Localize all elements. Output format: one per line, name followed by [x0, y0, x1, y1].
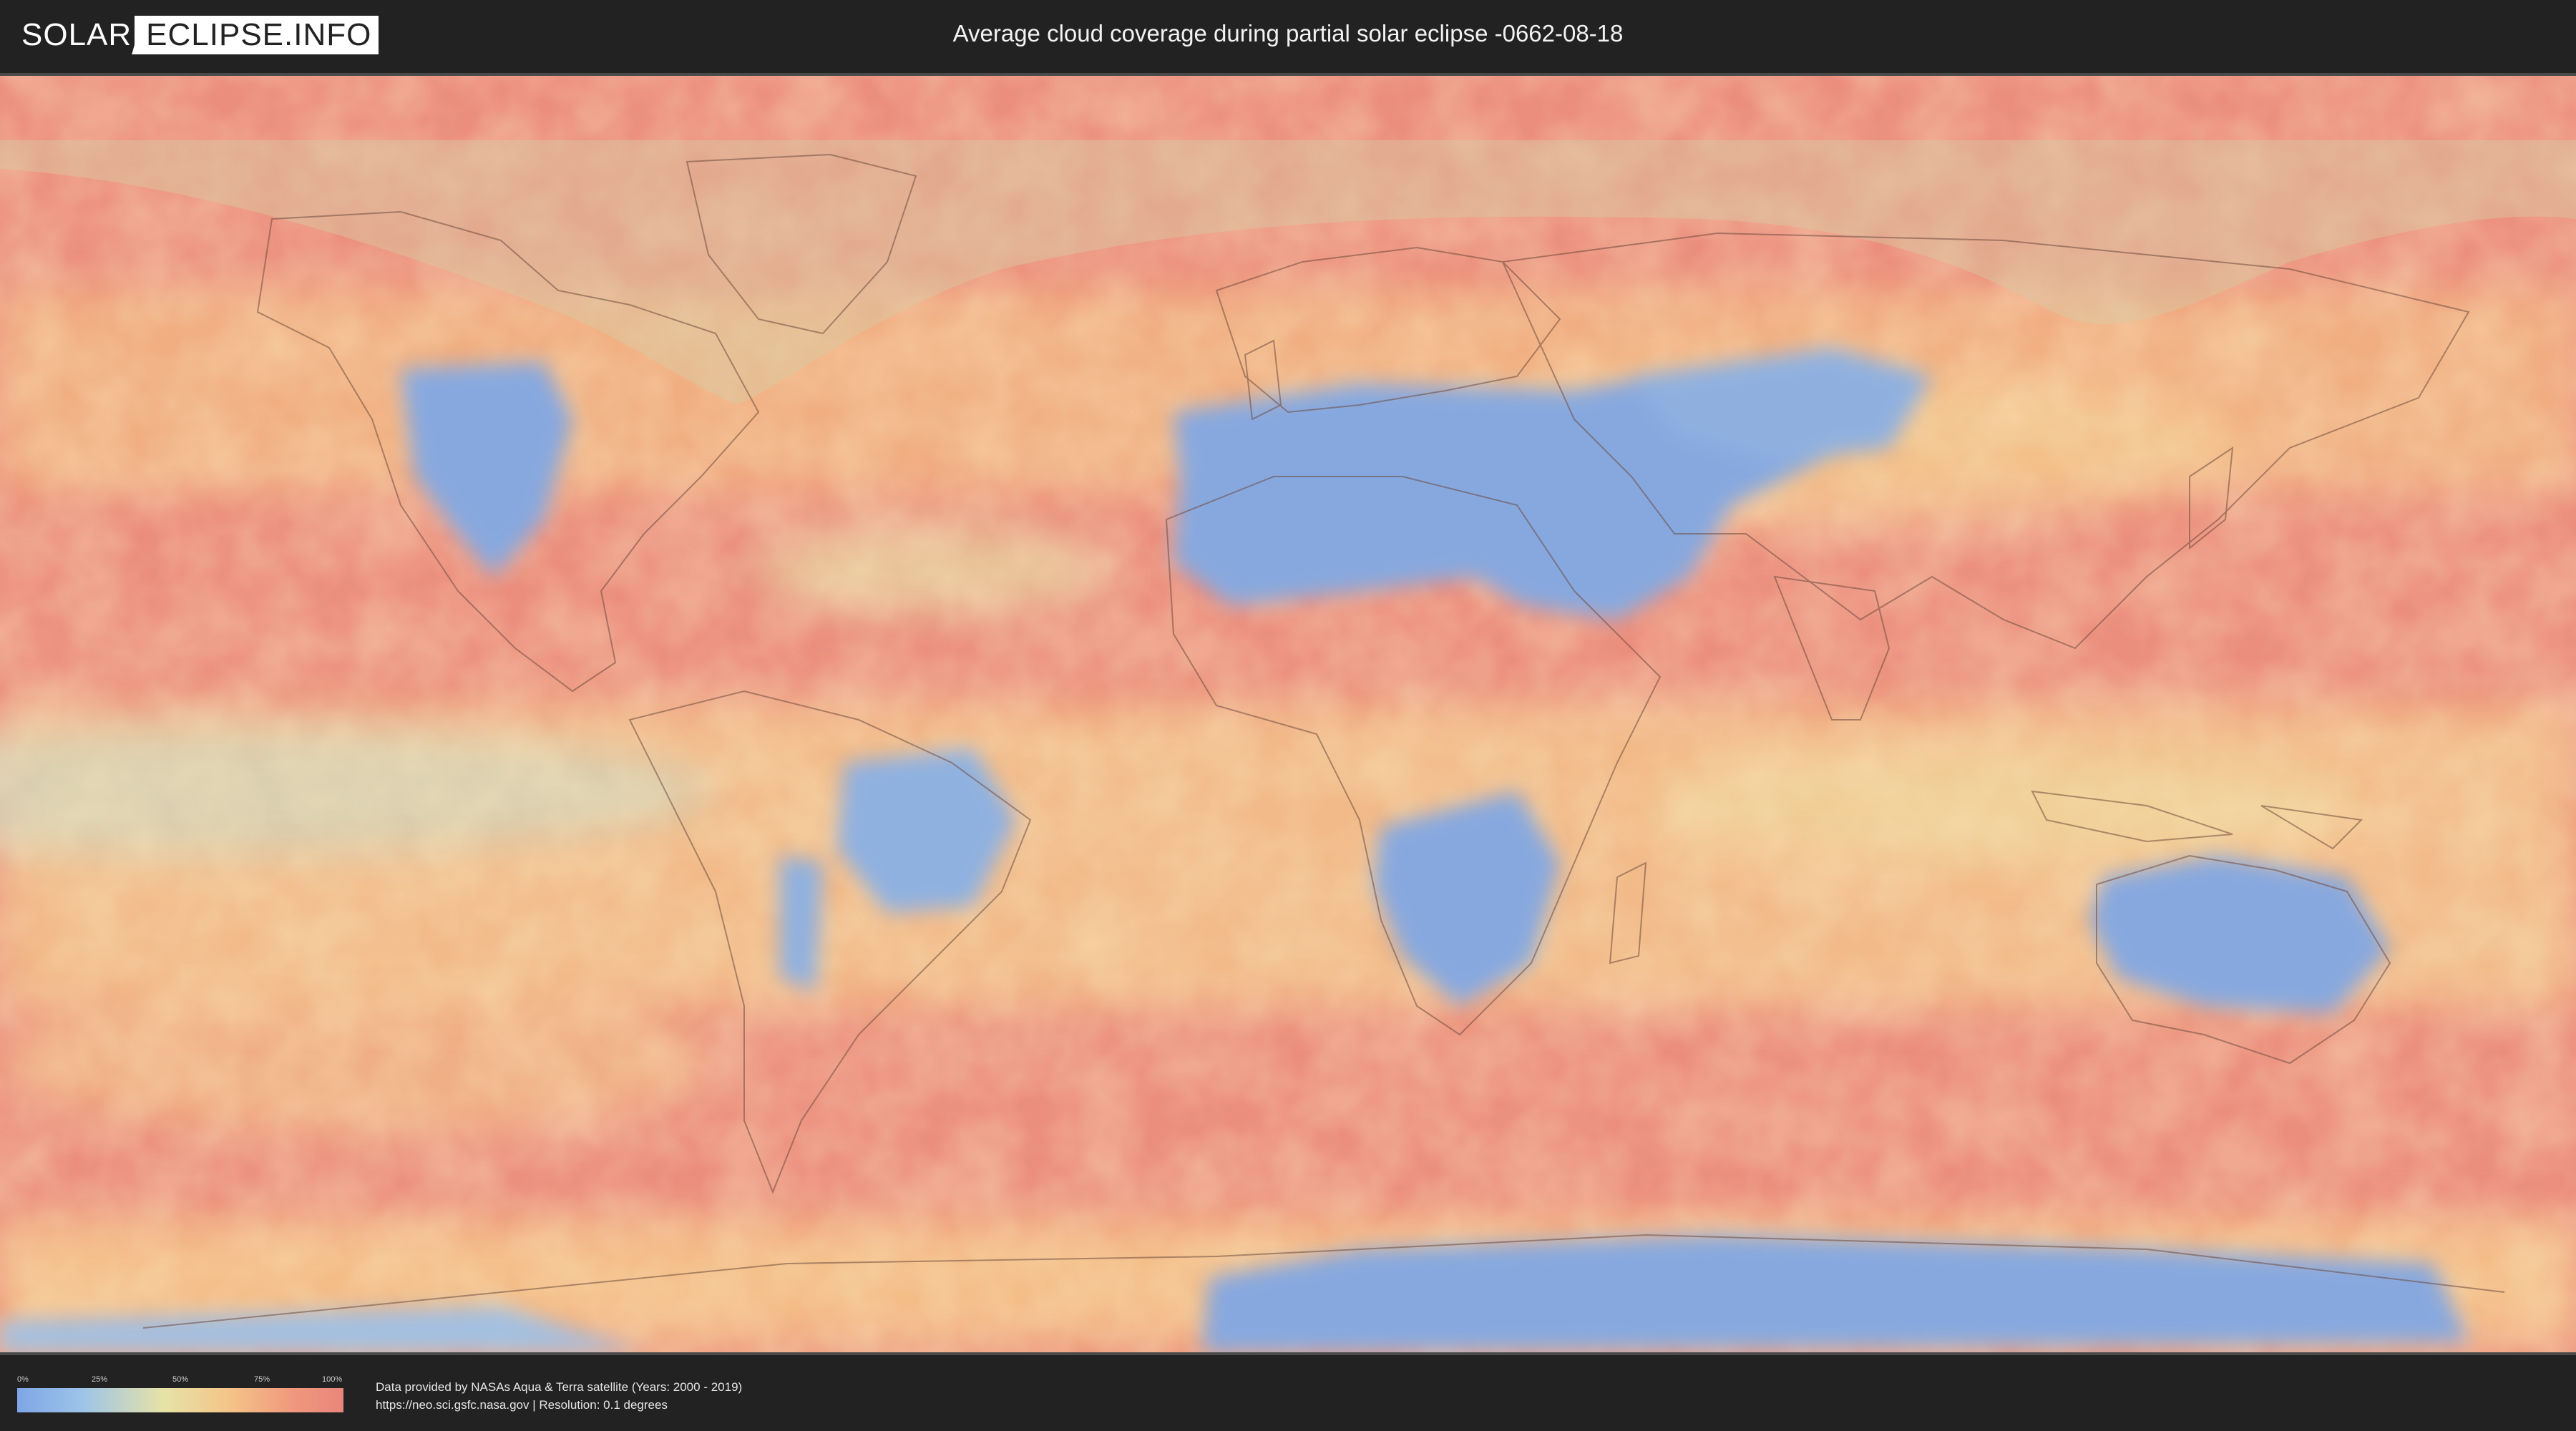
legend-tick-25: 25% — [92, 1375, 108, 1384]
legend-tick-100: 100% — [322, 1375, 343, 1384]
legend-color-scale — [17, 1388, 343, 1412]
legend-tick-50: 50% — [172, 1375, 189, 1384]
credit-line-source: Data provided by NASAs Aqua & Terra sate… — [376, 1380, 743, 1394]
world-map-svg — [0, 76, 2576, 1352]
credit-line-url[interactable]: https://neo.sci.gsfc.nasa.gov | Resoluti… — [376, 1396, 742, 1414]
data-credits: Data provided by NASAs Aqua & Terra sate… — [376, 1378, 742, 1414]
cloud-coverage-map — [0, 73, 2576, 1355]
legend-tick-labels: 0% 25% 50% 75% 100% — [17, 1375, 343, 1385]
legend-tick-75: 75% — [254, 1375, 270, 1384]
page-title: Average cloud coverage during partial so… — [952, 20, 1624, 47]
header-bar: SOLAR ECLIPSE.INFO Average cloud coverag… — [0, 0, 2576, 72]
legend-tick-0: 0% — [17, 1375, 29, 1384]
